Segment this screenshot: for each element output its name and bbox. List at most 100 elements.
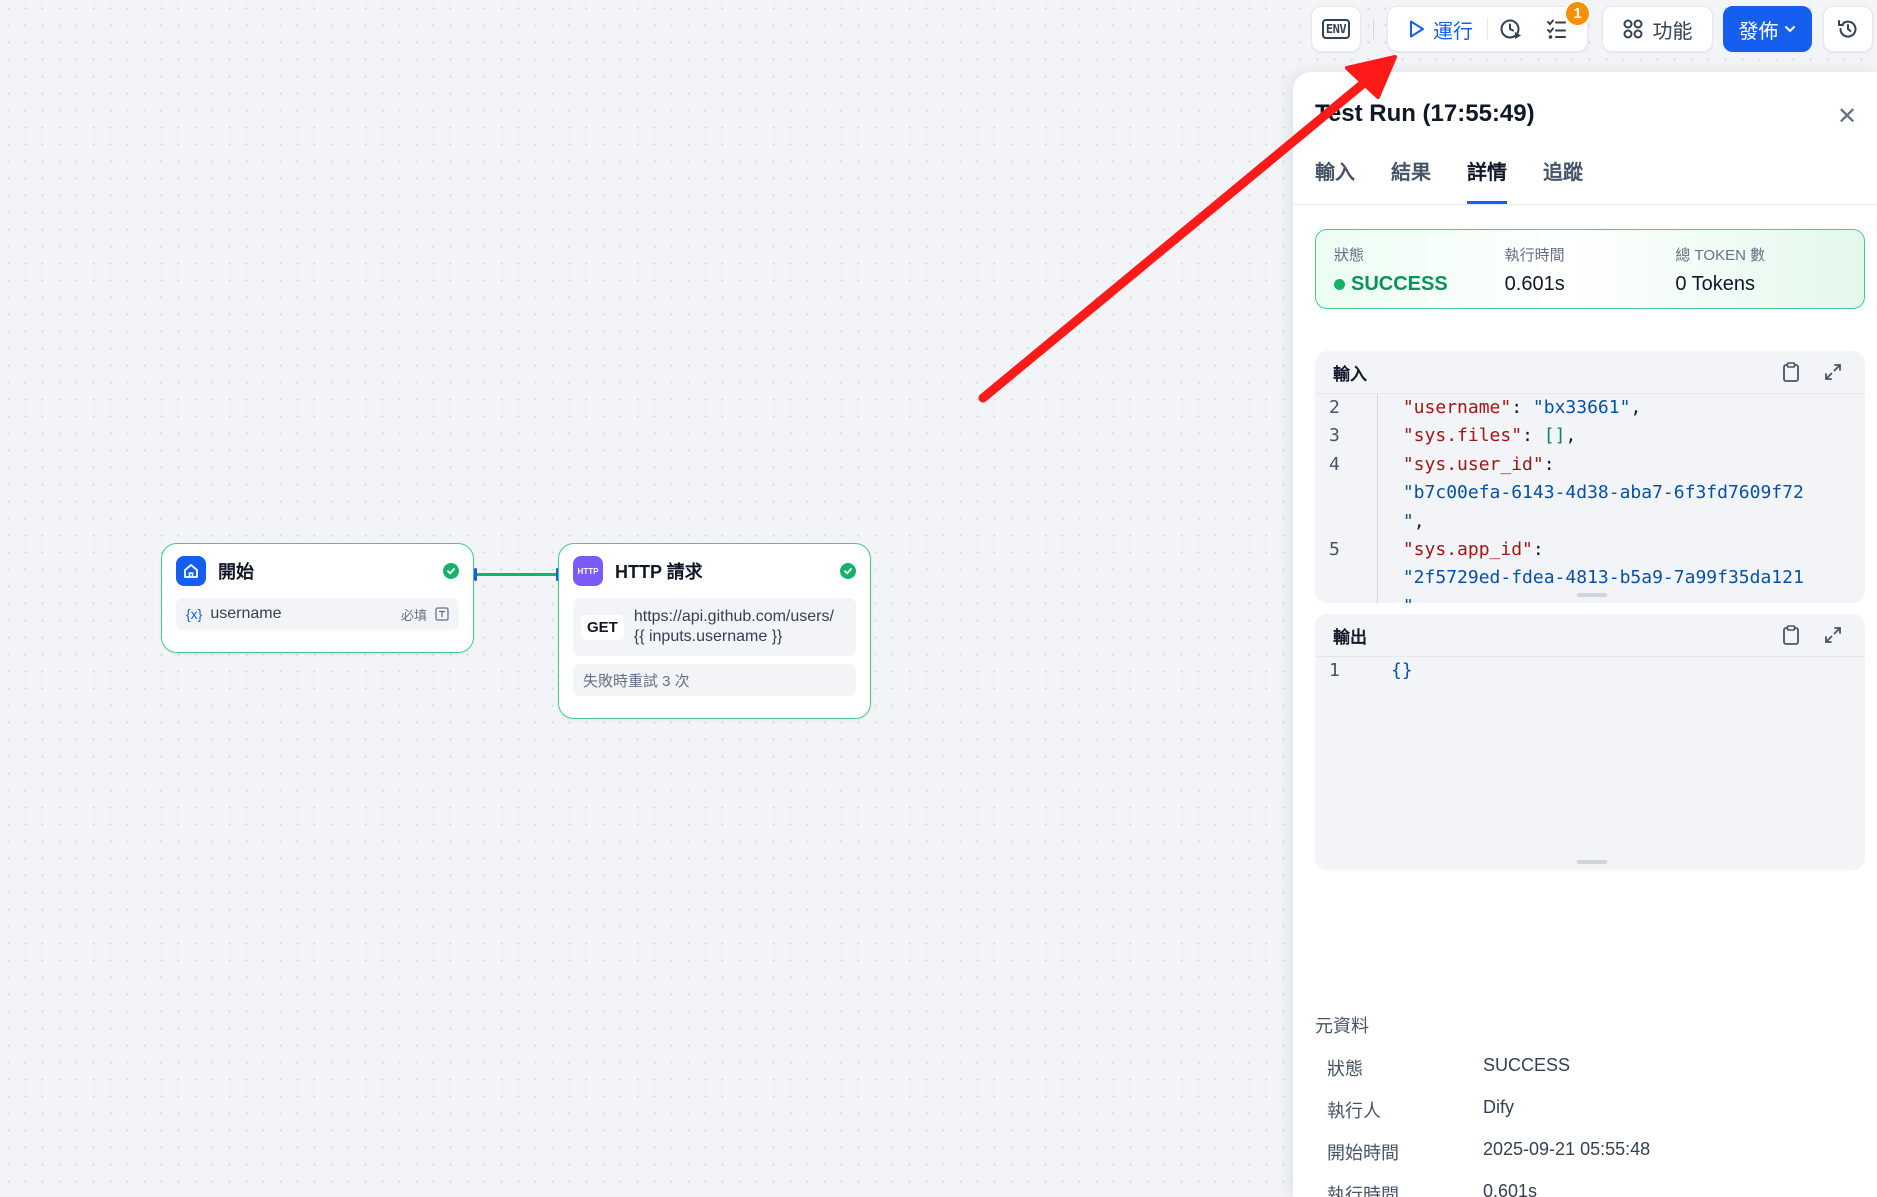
- env-button[interactable]: ENV: [1311, 6, 1361, 52]
- start-node[interactable]: 開始 {x} username 必填: [161, 543, 474, 653]
- line-number: [1315, 564, 1377, 592]
- output-box-title: 輸出: [1333, 627, 1367, 647]
- publish-label: 發佈: [1738, 20, 1779, 43]
- code-text: "sys.app_id":: [1377, 536, 1544, 565]
- metadata-row: 開始時間 2025-09-21 05:55:48: [1327, 1139, 1650, 1165]
- code-text: "sys.files": [],: [1377, 422, 1576, 451]
- expand-icon[interactable]: [1819, 358, 1847, 386]
- metadata-value: 2025-09-21 05:55:48: [1483, 1139, 1651, 1159]
- metadata-key: 開始時間: [1327, 1143, 1399, 1163]
- code-line: 1 {}: [1315, 657, 1865, 685]
- http-node-title: HTTP 請求: [615, 562, 703, 582]
- start-node-header: 開始: [162, 544, 473, 598]
- code-text: ",: [1377, 507, 1425, 537]
- input-code-editor[interactable]: 2 "username": "bx33661", 3 "sys.files": […: [1315, 393, 1865, 603]
- history-icon: [1838, 20, 1857, 38]
- output-code-box: 輸出 1 {}: [1315, 614, 1865, 870]
- checklist-badge: 1: [1564, 0, 1591, 27]
- tab-tracing[interactable]: 追蹤: [1543, 156, 1583, 204]
- tokens-label: 總 TOKEN 數: [1675, 247, 1766, 264]
- metadata-row: 執行時間 0.601s: [1327, 1181, 1537, 1197]
- metadata-value: SUCCESS: [1483, 1055, 1571, 1075]
- http-icon: HTTP: [573, 556, 603, 586]
- status-text: SUCCESS: [1351, 273, 1448, 295]
- features-button[interactable]: 功能: [1602, 6, 1713, 52]
- code-line: 4 "sys.user_id":: [1315, 450, 1865, 480]
- input-code-box: 輸入 2 "username": "bx33661", 3 "sys.files"…: [1315, 351, 1865, 603]
- version-history-button[interactable]: [1823, 6, 1873, 52]
- code-line: "2f5729ed-fdea-4813-b5a9-7a99f35da121: [1315, 564, 1865, 593]
- run-label: 運行: [1433, 20, 1473, 43]
- copy-icon[interactable]: [1777, 621, 1805, 649]
- code-line: 5 "sys.app_id":: [1315, 536, 1865, 565]
- tab-detail[interactable]: 詳情: [1467, 156, 1507, 204]
- metadata-key: 狀態: [1327, 1059, 1363, 1079]
- input-box-resize-grip[interactable]: [1577, 593, 1607, 597]
- publish-button[interactable]: 發佈: [1723, 6, 1812, 52]
- expand-icon[interactable]: [1819, 621, 1847, 649]
- code-line: ",: [1315, 507, 1865, 537]
- env-icon: ENV: [1321, 19, 1351, 39]
- elapsed-value: 0.601s: [1504, 273, 1565, 295]
- chevron-down-icon: [1784, 26, 1795, 33]
- line-number: 5: [1329, 539, 1340, 561]
- elapsed-stat: 執行時間 0.601s: [1504, 244, 1676, 295]
- panel-title: Test Run (17:55:49): [1315, 100, 1535, 127]
- metadata-value: 0.601s: [1483, 1181, 1538, 1197]
- code-text: "2f5729ed-fdea-4813-b5a9-7a99f35da121: [1377, 564, 1804, 593]
- success-dot-icon: [1334, 279, 1345, 290]
- copy-icon[interactable]: [1777, 358, 1805, 386]
- features-icon: [1623, 19, 1642, 39]
- output-code-editor[interactable]: 1 {}: [1315, 656, 1865, 685]
- node-connection-edge[interactable]: [474, 573, 558, 576]
- output-box-resize-grip[interactable]: [1577, 860, 1607, 864]
- retry-info: 失敗時重試 3 次: [573, 664, 856, 696]
- metadata-row: 執行人 Dify: [1327, 1097, 1514, 1123]
- metadata-title: 元資料: [1315, 1016, 1369, 1036]
- code-text: "b7c00efa-6143-4d38-aba7-6f3fd7609f72: [1377, 479, 1804, 508]
- input-variable-row[interactable]: {x} username 必填: [176, 598, 459, 630]
- code-text: "username": "bx33661",: [1377, 394, 1641, 423]
- request-url-line2: {{ inputs.username }}: [633, 628, 783, 645]
- test-run-panel: Test Run (17:55:49) ✕ 輸入 結果 詳情 追蹤 狀態 SUC…: [1293, 72, 1877, 1197]
- input-box-header: 輸入: [1315, 351, 1865, 393]
- run-history-button[interactable]: [1488, 7, 1534, 51]
- play-icon: [1410, 20, 1424, 38]
- variable-name: username: [210, 605, 282, 622]
- code-line: 3 "sys.files": [],: [1315, 422, 1865, 451]
- http-method-badge: GET: [581, 614, 624, 640]
- input-box-title: 輸入: [1333, 364, 1367, 384]
- metadata-key: 執行時間: [1327, 1185, 1399, 1197]
- clock-play-icon: [1500, 19, 1521, 39]
- edge-source-handle[interactable]: [474, 568, 477, 581]
- code-text: ",: [1377, 592, 1425, 603]
- close-icon[interactable]: ✕: [1837, 102, 1857, 131]
- line-number: 3: [1329, 425, 1340, 447]
- line-number: 1: [1329, 660, 1340, 681]
- code-line: "b7c00efa-6143-4d38-aba7-6f3fd7609f72: [1315, 479, 1865, 508]
- code-text: "sys.user_id":: [1377, 450, 1555, 480]
- code-line: 2 "username": "bx33661",: [1315, 394, 1865, 423]
- tab-input[interactable]: 輸入: [1315, 156, 1355, 204]
- checklist-icon: [1547, 19, 1566, 39]
- tab-result[interactable]: 結果: [1391, 156, 1431, 204]
- features-label: 功能: [1652, 20, 1693, 43]
- output-box-header: 輸出: [1315, 614, 1865, 656]
- variable-icon: {x}: [186, 606, 203, 622]
- success-check-icon: [840, 563, 856, 579]
- required-tag: 必填: [400, 607, 427, 623]
- http-node-header: HTTP HTTP 請求: [559, 544, 870, 598]
- status-label: 狀態: [1334, 247, 1365, 264]
- tokens-stat: 總 TOKEN 數 0 Tokens: [1675, 244, 1846, 295]
- status-stat: 狀態 SUCCESS: [1334, 244, 1505, 295]
- home-icon: [176, 556, 206, 586]
- tokens-value: 0 Tokens: [1675, 273, 1756, 295]
- line-number: 2: [1329, 397, 1340, 418]
- output-json: {}: [1391, 660, 1413, 681]
- metadata-row: 狀態 SUCCESS: [1327, 1055, 1570, 1081]
- run-button[interactable]: 運行: [1395, 7, 1487, 51]
- text-input-type-icon: [435, 607, 449, 621]
- line-number: [1315, 508, 1377, 536]
- http-request-node[interactable]: HTTP HTTP 請求 GET https://api.github.com/…: [558, 543, 871, 719]
- request-url-line1: https://api.github.com/users/: [633, 608, 834, 625]
